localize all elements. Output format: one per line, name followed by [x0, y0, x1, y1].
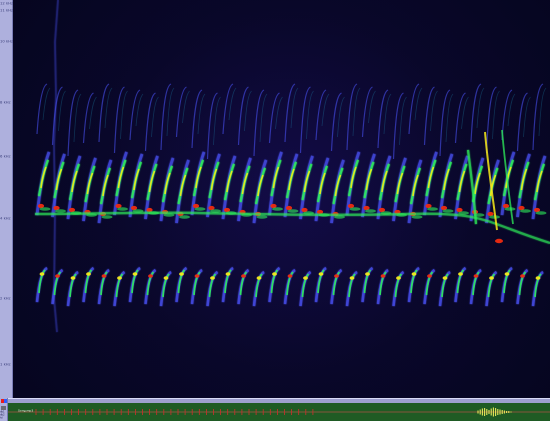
spectrogram-lower-hotspot — [442, 276, 448, 280]
spectrogram-drawing — [13, 0, 550, 398]
spectrogram-lower-hotspot — [380, 274, 386, 278]
spectrogram-lower-hotspot — [411, 272, 417, 276]
spectrogram-lower-hotspot — [334, 274, 339, 278]
spectrogram-lower-hotspot — [396, 276, 401, 280]
spectrogram-lower-hotspot — [241, 274, 246, 278]
spectrogram-middle-cluster — [39, 207, 51, 211]
waveform-overview[interactable]: Song.mp3 — [8, 403, 550, 421]
spectrogram-middle-cluster — [349, 207, 361, 211]
frequency-label-10k: 10 kHz — [0, 39, 13, 44]
frequency-label-1k: 1 kHz — [0, 362, 11, 367]
spectrogram-lower-hotspot — [365, 272, 370, 276]
spectrogram-background-glow — [13, 0, 550, 398]
spectrogram-lower-hotspot — [458, 272, 463, 276]
frequency-label-8k: 8 kHz — [0, 100, 11, 105]
spectrogram-lower-hotspot — [194, 274, 200, 278]
frequency-label-top: 12 kHz — [0, 1, 13, 6]
spectrogram-lower-hotspot — [148, 274, 153, 278]
spectrogram-lower-hotspot — [427, 274, 432, 278]
spectrogram-middle-cluster — [194, 207, 206, 211]
spectrogram-middle-cluster — [411, 215, 423, 219]
spectrogram-middle-cluster — [287, 209, 299, 213]
timeline-panel: db1 db2 lvl 0.0 0.2 0.4 0.6 0.8 1.0 1.2 … — [0, 398, 550, 421]
spectrogram-lower-hotspot — [86, 272, 91, 276]
spectrogram-middle-cluster — [535, 211, 547, 215]
spectrogram-canvas[interactable] — [13, 0, 550, 398]
spectrogram-middle-cluster — [256, 215, 268, 219]
spectrogram-middle-cluster — [442, 209, 454, 213]
spectrogram-lower-hotspot — [287, 274, 293, 278]
waveform-overview-drawing — [8, 403, 550, 421]
spectrogram-lower-hotspot — [256, 276, 262, 280]
frequency-label-4k: 4 kHz — [0, 216, 11, 221]
spectrogram-middle-cluster — [365, 209, 376, 213]
spectrogram-lower-hotspot — [210, 276, 215, 280]
spectrogram-middle-cluster — [117, 207, 128, 211]
spectrogram-middle-cluster — [179, 215, 190, 219]
spectrogram-lower-hotspot — [535, 276, 541, 280]
spectrogram-lower-hotspot — [349, 276, 355, 280]
frequency-label-11k: 11 kHz — [0, 8, 13, 13]
spectrogram-lower-hotspot — [318, 272, 324, 276]
spectrogram-lower-hotspot — [101, 274, 107, 278]
frequency-label-6k: 6 kHz — [0, 154, 11, 159]
spectrogram-right-hotspot — [495, 238, 503, 244]
spectrogram-middle-cluster — [55, 209, 66, 213]
spectrogram-lower-hotspot — [520, 274, 525, 278]
spectrogram-lower-hotspot — [55, 274, 60, 278]
frequency-label-2k: 2 kHz — [0, 296, 11, 301]
spectrogram-lower-hotspot — [303, 276, 308, 280]
spectrogram-middle-cluster — [272, 207, 283, 211]
spectrogram-lower-hotspot — [179, 272, 184, 276]
spectrogram-lower-hotspot — [70, 276, 76, 280]
spectrogram-lower-hotspot — [504, 272, 510, 276]
spectrogram-middle-cluster — [427, 207, 438, 211]
spectrogram-middle-cluster — [101, 215, 113, 219]
spectrogram-lower-hotspot — [489, 276, 494, 280]
overview-side-panel: db1 db2 lvl — [0, 398, 8, 421]
channel-indicator-icon — [4, 399, 7, 403]
spectrogram-window: 12 kHz 11 kHz 10 kHz 8 kHz 6 kHz 4 kHz 2… — [0, 0, 550, 421]
spectrogram-lower-hotspot — [163, 276, 169, 280]
spectrogram-lower-hotspot — [117, 276, 122, 280]
spectrogram-lower-hotspot — [473, 274, 479, 278]
spectrogram-lower-hotspot — [225, 272, 231, 276]
overview-file-label: Song.mp3 — [18, 408, 34, 412]
frequency-axis: 12 kHz 11 kHz 10 kHz 8 kHz 6 kHz 4 kHz 2… — [0, 0, 13, 398]
side-panel-line-3: lvl — [0, 416, 3, 420]
spectrogram-lower-hotspot — [132, 272, 138, 276]
spectrogram-lower-hotspot — [272, 272, 277, 276]
spectrogram-middle-cluster — [520, 209, 531, 213]
spectrogram-lower-hotspot — [39, 272, 45, 276]
